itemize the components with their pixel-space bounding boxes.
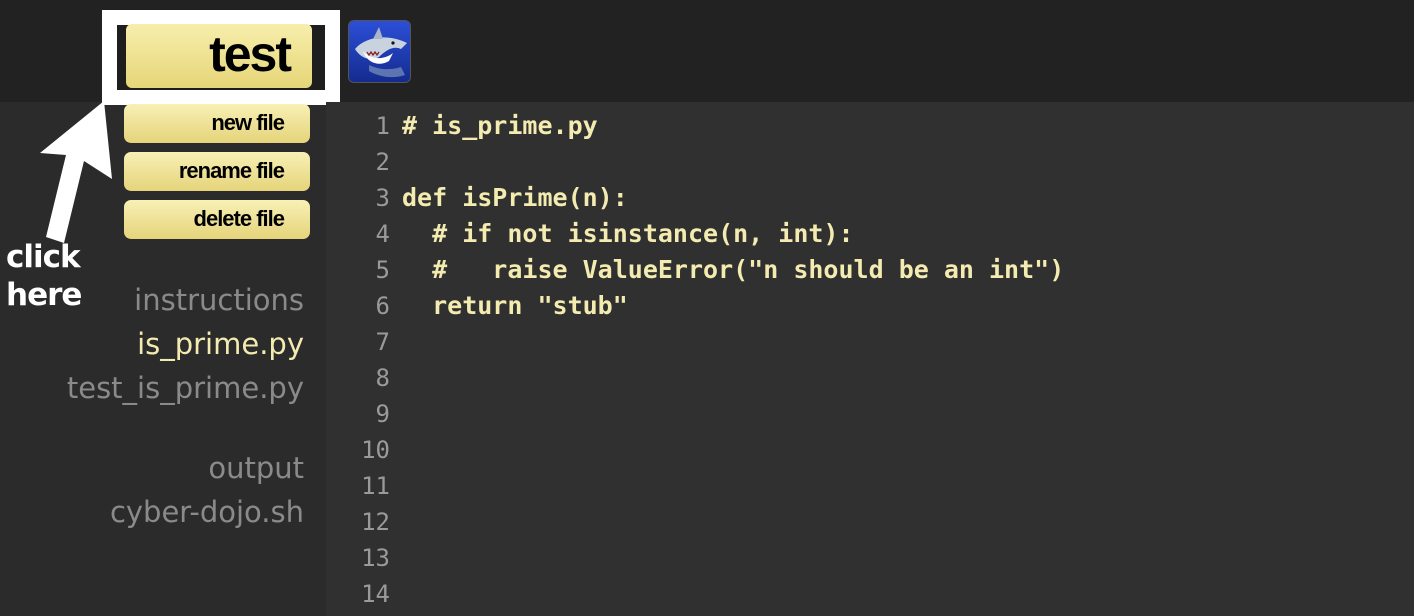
- test-button[interactable]: test: [126, 24, 312, 88]
- editor-line: 1 # is_prime.py: [326, 108, 1414, 144]
- click-here-annotation: click here: [6, 238, 86, 314]
- file-item-is-prime-selected[interactable]: is_prime.py: [137, 327, 304, 361]
- line-number: 9: [375, 400, 390, 428]
- editor-line: 9: [326, 396, 1414, 432]
- editor-line: 14: [326, 576, 1414, 612]
- line-number: 2: [375, 148, 390, 176]
- arrow-icon: [40, 101, 112, 243]
- editor-line: 4 # if not isinstance(n, int):: [326, 216, 1414, 252]
- line-number: 8: [375, 364, 390, 392]
- line-code[interactable]: # if not isinstance(n, int):: [402, 216, 853, 252]
- editor-line: 12: [326, 504, 1414, 540]
- editor-line: 6 return "stub": [326, 288, 1414, 324]
- shark-avatar-icon[interactable]: [348, 20, 411, 83]
- line-number: 11: [361, 472, 390, 500]
- file-item-output[interactable]: output: [208, 451, 304, 485]
- editor-line: 11: [326, 468, 1414, 504]
- line-number: 12: [361, 508, 390, 536]
- rename-file-button[interactable]: rename file: [124, 152, 310, 191]
- line-number: 5: [375, 256, 390, 284]
- line-number: 14: [361, 580, 390, 608]
- file-item-instructions[interactable]: instructions: [134, 283, 304, 317]
- editor-line: 10: [326, 432, 1414, 468]
- editor-line: 5 # raise ValueError("n should be an int…: [326, 252, 1414, 288]
- editor-line: 2: [326, 144, 1414, 180]
- line-number: 7: [375, 328, 390, 356]
- line-number: 13: [361, 544, 390, 572]
- editor-line: 8: [326, 360, 1414, 396]
- delete-file-button[interactable]: delete file: [124, 200, 310, 239]
- line-code[interactable]: # is_prime.py: [402, 108, 598, 144]
- line-number: 1: [375, 112, 390, 140]
- file-item-cyber-dojo[interactable]: cyber-dojo.sh: [110, 495, 304, 529]
- editor-line: 3 def isPrime(n):: [326, 180, 1414, 216]
- editor-line: 7: [326, 324, 1414, 360]
- new-file-button[interactable]: new file: [124, 104, 310, 143]
- click-here-line1: click: [6, 239, 81, 275]
- line-number: 6: [375, 292, 390, 320]
- line-number: 10: [361, 436, 390, 464]
- line-number: 4: [375, 220, 390, 248]
- line-code[interactable]: return "stub": [402, 288, 628, 324]
- shark-icon: [349, 21, 410, 82]
- file-item-test-is-prime[interactable]: test_is_prime.py: [67, 371, 304, 405]
- code-editor[interactable]: 1 # is_prime.py 2 3 def isPrime(n): 4 # …: [326, 102, 1414, 616]
- line-code[interactable]: def isPrime(n):: [402, 180, 628, 216]
- line-number: 3: [375, 184, 390, 212]
- editor-line: 13: [326, 540, 1414, 576]
- line-code[interactable]: # raise ValueError("n should be an int"): [402, 252, 1064, 288]
- click-here-line2: here: [6, 277, 82, 313]
